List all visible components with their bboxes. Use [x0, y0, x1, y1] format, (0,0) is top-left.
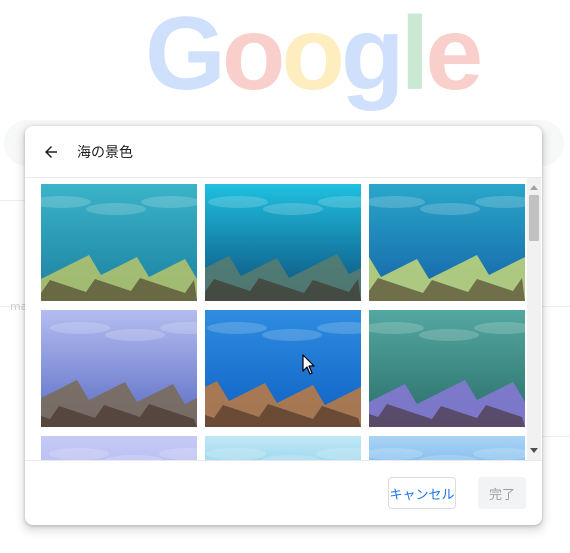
underwater-photo: [41, 436, 197, 460]
underwater-photo: [205, 310, 361, 427]
underwater-photo: [369, 184, 525, 301]
logo-letter: G: [145, 0, 226, 112]
background-image-tile[interactable]: [369, 436, 525, 460]
underwater-photo: [41, 184, 197, 301]
background-image-tile[interactable]: [41, 310, 197, 427]
scroll-up-arrow-icon[interactable]: [527, 180, 541, 194]
background-image-tile[interactable]: [41, 184, 197, 301]
background-divider: [542, 436, 570, 437]
scrollbar[interactable]: [527, 178, 541, 460]
dialog-header: 海の景色: [25, 126, 542, 178]
background-image-tile[interactable]: [205, 436, 361, 460]
dialog-title: 海の景色: [77, 145, 133, 161]
google-logo: Google: [145, 0, 483, 112]
logo-letter: o: [221, 0, 286, 112]
underwater-photo: [369, 436, 525, 460]
back-button[interactable]: [37, 138, 65, 166]
background-divider: [0, 200, 25, 201]
underwater-photo: [205, 436, 361, 460]
logo-letter: e: [425, 0, 483, 112]
logo-letter: l: [400, 0, 430, 112]
underwater-photo: [369, 310, 525, 427]
background-image-tile[interactable]: [41, 436, 197, 460]
arrow-left-icon: [45, 146, 57, 158]
underwater-photo: [41, 310, 197, 427]
background-divider: [542, 306, 570, 307]
cancel-button[interactable]: キャンセル: [388, 477, 456, 509]
background-image-tile[interactable]: [369, 184, 525, 301]
background-picker-dialog: 海の景色 キャンセル 完了: [25, 126, 542, 525]
image-grid: [25, 178, 542, 461]
background-image-tile[interactable]: [369, 310, 525, 427]
done-button[interactable]: 完了: [478, 477, 526, 509]
logo-letter: o: [281, 0, 345, 112]
logo-letter: g: [340, 0, 405, 112]
background-image-tile[interactable]: [205, 310, 361, 427]
scroll-down-arrow-icon[interactable]: [527, 444, 541, 458]
underwater-photo: [205, 184, 361, 301]
background-image-tile[interactable]: [205, 184, 361, 301]
scroll-thumb[interactable]: [529, 195, 539, 241]
